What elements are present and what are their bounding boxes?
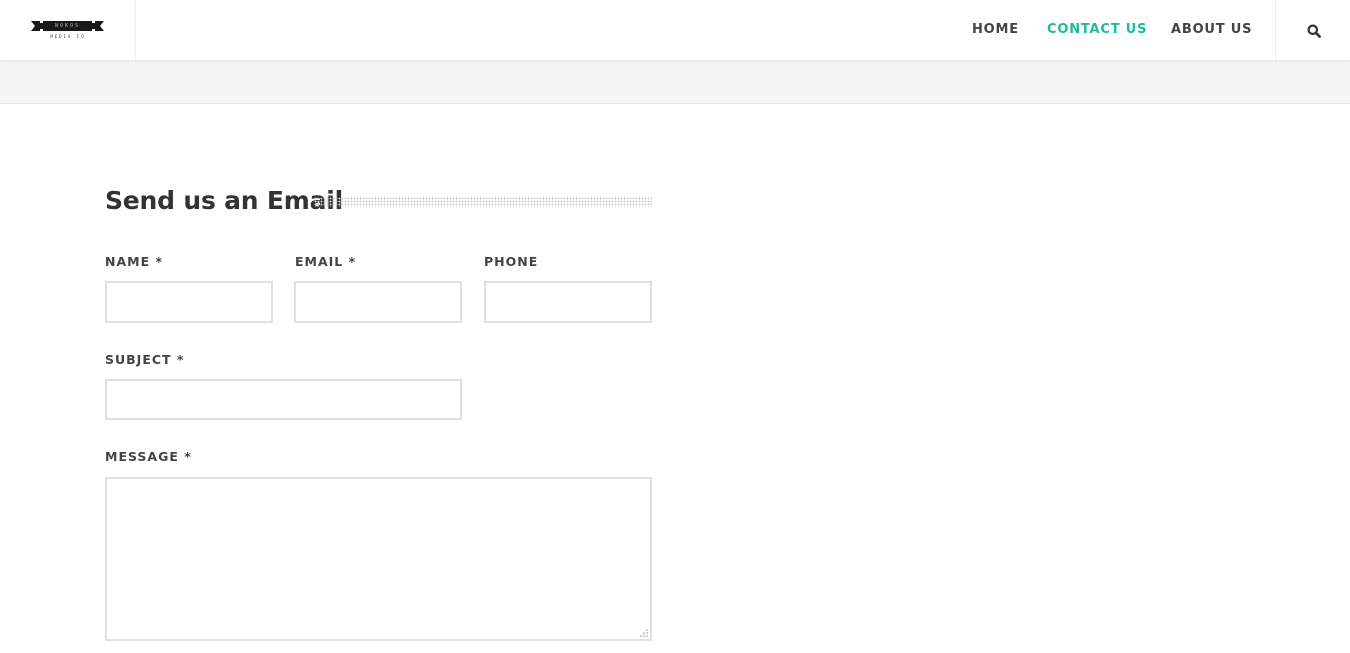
logo-text: NOKOS xyxy=(54,23,81,29)
message-textarea[interactable] xyxy=(105,477,652,641)
message-label: MESSAGE * xyxy=(105,449,192,464)
email-label: EMAIL * xyxy=(295,254,357,269)
resize-grip-icon[interactable] xyxy=(638,627,648,637)
site-header: NOKOS MEDIA CO HOME CONTACT US ABOUT US xyxy=(0,0,1350,60)
name-label: NAME * xyxy=(105,254,164,269)
name-field[interactable] xyxy=(105,281,273,323)
page-title-band xyxy=(0,60,1350,104)
search-button[interactable] xyxy=(1275,0,1350,60)
search-icon xyxy=(1307,24,1321,38)
nav-contact-us[interactable]: CONTACT US xyxy=(1047,22,1147,37)
nav-about-us[interactable]: ABOUT US xyxy=(1171,22,1252,37)
site-logo[interactable]: NOKOS MEDIA CO xyxy=(31,19,104,41)
title-divider xyxy=(314,197,652,207)
subject-field[interactable] xyxy=(105,379,462,420)
phone-label: PHONE xyxy=(484,254,539,269)
email-field[interactable] xyxy=(294,281,462,323)
form-title: Send us an Email xyxy=(105,186,344,215)
logo-subtext: MEDIA CO xyxy=(50,34,86,39)
logo-container[interactable]: NOKOS MEDIA CO xyxy=(0,0,136,60)
phone-field[interactable] xyxy=(484,281,652,323)
nav-home[interactable]: HOME xyxy=(972,22,1019,37)
subject-label: SUBJECT * xyxy=(105,352,185,367)
